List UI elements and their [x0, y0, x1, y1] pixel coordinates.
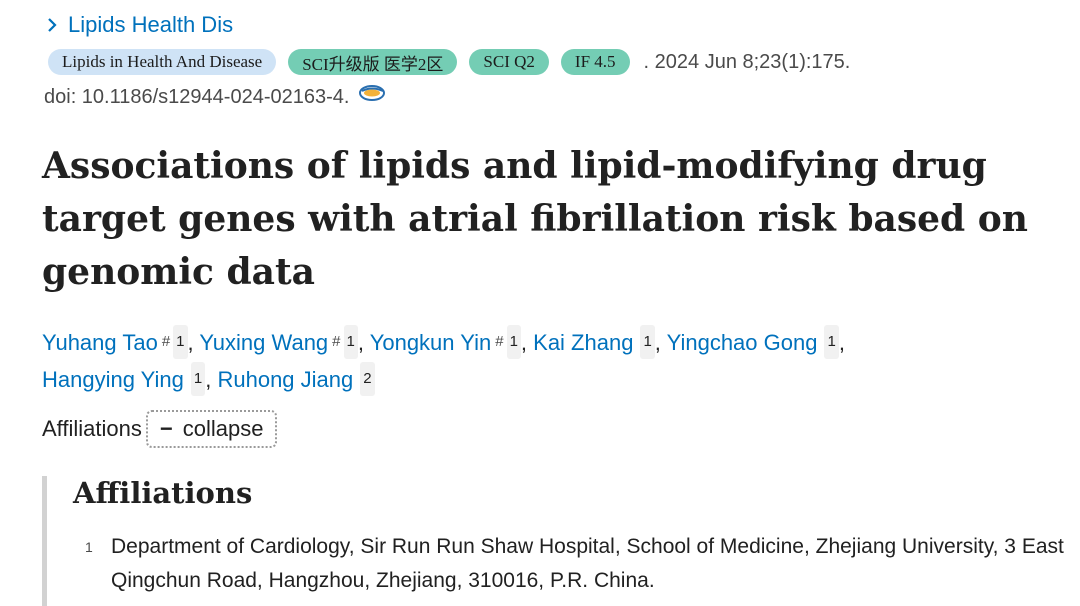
journal-link[interactable]: Lipids Health Dis: [44, 12, 233, 38]
affiliation-ref[interactable]: 1: [173, 325, 188, 359]
author-link[interactable]: Yingchao Gong: [667, 330, 818, 355]
affiliation-ref[interactable]: 1: [343, 325, 358, 359]
author-link[interactable]: Hangying Ying: [42, 367, 184, 392]
author-link[interactable]: Yuhang Tao: [42, 330, 158, 355]
author-link[interactable]: Yuxing Wang: [199, 330, 328, 355]
author-separator: ,: [838, 330, 845, 355]
author-separator: ,: [654, 330, 667, 355]
affiliation-ref[interactable]: 2: [360, 362, 375, 396]
citation-text: . 2024 Jun 8;23(1):175.: [643, 50, 851, 73]
chevron-right-icon: [48, 18, 57, 32]
author-affiliation-marker: #1: [332, 325, 358, 359]
author-link[interactable]: Ruhong Jiang: [217, 367, 353, 392]
sci-quartile-badge[interactable]: SCI Q2: [469, 49, 549, 75]
citation-meta: Lipids in Health And Disease SCI升级版 医学2区…: [48, 47, 850, 77]
author-separator: ,: [187, 330, 200, 355]
equal-contribution-mark: #: [495, 333, 504, 350]
affiliation-number: 1: [85, 539, 93, 555]
author-list: Yuhang Tao #1, Yuxing Wang #1, Yongkun Yin…: [42, 325, 1042, 400]
author-separator: ,: [520, 330, 534, 355]
affiliation-ref[interactable]: 1: [824, 325, 839, 359]
author-affiliation-marker: #1: [495, 325, 521, 359]
article-title: Associations of lipids and lipid-modifyi…: [42, 145, 1028, 293]
affiliation-item: 1 Department of Cardiology, Sir Run Run …: [85, 530, 1080, 598]
author-affiliation-marker: 1: [821, 325, 839, 359]
affiliations-toggle-row: Affiliations − collapse: [42, 410, 278, 448]
author-separator: ,: [357, 330, 370, 355]
author-affiliation-marker: 1: [637, 325, 655, 359]
minus-icon: −: [159, 416, 173, 441]
affiliation-ref[interactable]: 1: [506, 325, 521, 359]
doi-text: doi: 10.1186/s12944-024-02163-4.: [44, 86, 350, 108]
author-separator: ,: [205, 367, 218, 392]
full-text-link-icon[interactable]: [357, 82, 389, 104]
author-link[interactable]: Yongkun Yin: [370, 330, 492, 355]
equal-contribution-mark: #: [161, 333, 171, 350]
sci-tier-badge[interactable]: SCI升级版 医学2区: [288, 49, 458, 75]
doi-row: doi: 10.1186/s12944-024-02163-4.: [44, 84, 389, 109]
journal-badge[interactable]: Lipids in Health And Disease: [48, 49, 277, 75]
affiliations-heading: Affiliations: [73, 476, 253, 510]
author-affiliation-marker: #1: [161, 325, 188, 359]
author-affiliation-marker: 2: [357, 362, 375, 396]
journal-link-label: Lipids Health Dis: [68, 12, 234, 37]
author-link[interactable]: Kai Zhang: [533, 330, 633, 355]
affiliations-label: Affiliations: [42, 416, 142, 441]
affiliations-section: Affiliations 1 Department of Cardiology,…: [42, 476, 1077, 606]
affiliation-ref[interactable]: 1: [640, 325, 655, 359]
collapse-button[interactable]: − collapse: [145, 410, 278, 448]
author-affiliation-marker: 1: [188, 362, 206, 396]
collapse-label: collapse: [182, 416, 264, 441]
affiliation-ref[interactable]: 1: [190, 362, 206, 396]
affiliation-text: Department of Cardiology, Sir Run Run Sh…: [111, 535, 1064, 592]
impact-factor-badge[interactable]: IF 4.5: [560, 49, 630, 75]
equal-contribution-mark: #: [332, 333, 341, 350]
